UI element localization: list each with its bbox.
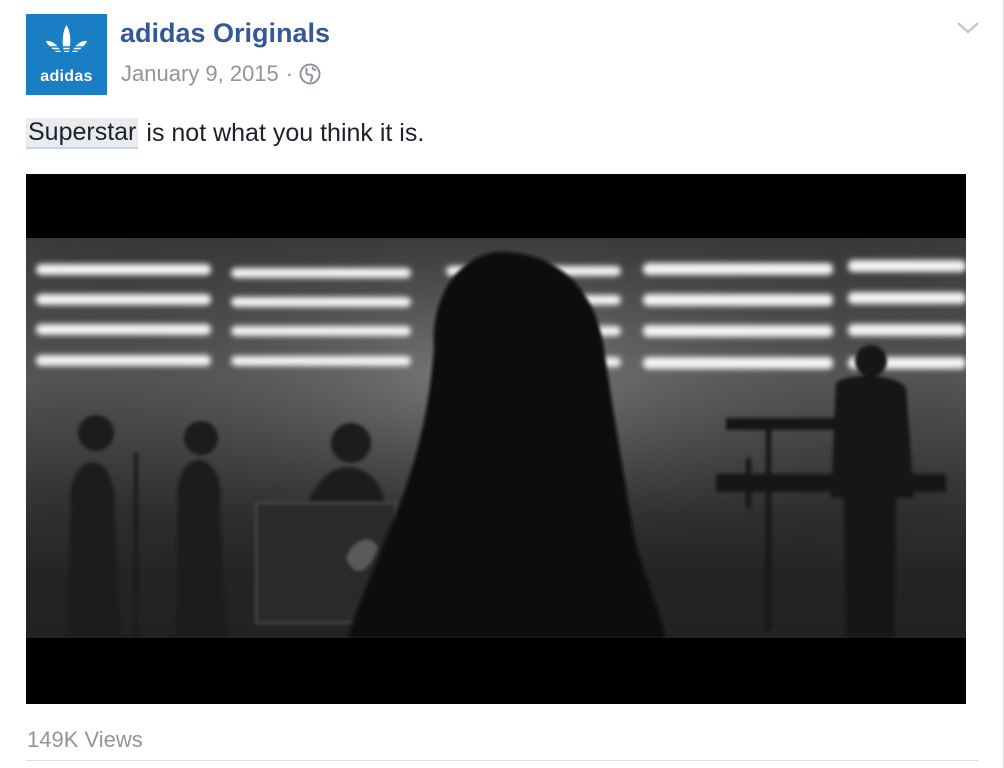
meta-separator: · [285,61,294,86]
footer-divider [26,760,978,761]
chevron-down-icon[interactable] [956,20,980,36]
trefoil-logo-icon [42,25,91,56]
page-avatar[interactable]: adidas [26,14,107,95]
page-name-link[interactable]: adidas Originals [120,18,330,49]
avatar-brand-text: adidas [40,68,93,85]
tagged-product-link[interactable]: Superstar [26,118,139,149]
post-card: adidas adidas Originals January 9, 2015 … [0,0,1004,768]
video-view-count: 149K Views [27,727,143,752]
post-date-link[interactable]: January 9, 2015 [121,61,279,87]
video-thumbnail [26,238,966,638]
post-message: Superstar is not what you think it is. [26,118,424,149]
post-message-text: is not what you think it is. [146,119,425,147]
globe-icon[interactable] [299,63,321,85]
post-meta: January 9, 2015 · [121,61,321,87]
video-player[interactable] [26,174,966,704]
